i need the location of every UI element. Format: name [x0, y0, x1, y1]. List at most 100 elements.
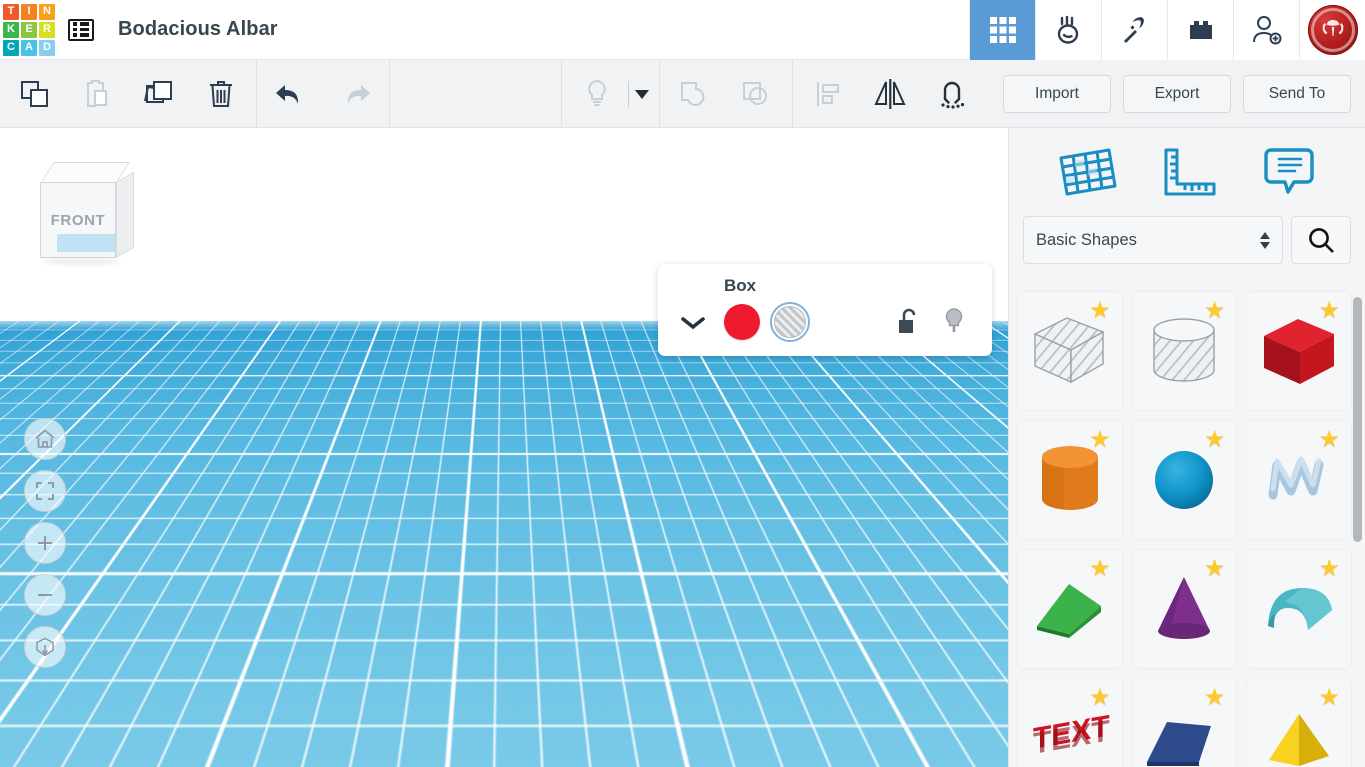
tinkercad-app: T I N K E R C A D Bodacious Albar Import… — [0, 0, 1365, 767]
shape-item-cylinder-hole[interactable]: ★ — [1131, 291, 1238, 411]
copy-button[interactable] — [4, 60, 66, 128]
pickaxe-icon — [1123, 16, 1144, 43]
shape-library-select[interactable]: Basic Shapes — [1023, 216, 1283, 264]
undo-icon — [276, 84, 299, 104]
favorite-star-icon: ★ — [1089, 555, 1111, 582]
align-button[interactable] — [797, 60, 859, 128]
document-title[interactable]: Bodacious Albar — [118, 18, 278, 41]
height-handle[interactable] — [756, 371, 776, 391]
zoom-in-button[interactable] — [24, 522, 66, 564]
shape-item-cylinder[interactable]: ★ — [1017, 420, 1123, 540]
shape-item-pyramid[interactable]: ★ — [1246, 678, 1352, 767]
logo-letter: I — [21, 3, 37, 20]
redo-button[interactable] — [323, 60, 385, 128]
ungroup-button[interactable] — [726, 60, 788, 128]
right-panel: Basic Shapes ★ ★ ★ ★ ★ ★ ★ ★ ★ TEXT TEXT… — [1008, 128, 1365, 767]
light-options-button[interactable] — [629, 60, 655, 128]
fit-frame-icon — [36, 482, 54, 500]
user-avatar[interactable] — [1299, 0, 1365, 60]
avatar — [1307, 4, 1358, 55]
shape-item-wedge[interactable]: ★ — [1017, 549, 1123, 669]
notes-tool[interactable] — [1261, 145, 1317, 199]
view-cube-right-face[interactable] — [116, 171, 134, 258]
paste-button[interactable] — [66, 60, 128, 128]
home-icon — [35, 429, 55, 448]
library-controls: Basic Shapes — [1009, 216, 1365, 264]
panel-collapse-toggle[interactable]: ❯ — [986, 553, 1008, 603]
add-person-icon — [1252, 15, 1281, 44]
workplane-tool[interactable] — [1057, 146, 1119, 198]
blocks-tab[interactable] — [1167, 0, 1233, 60]
delete-button[interactable] — [190, 60, 252, 128]
search-button[interactable] — [1291, 216, 1351, 264]
view-cube[interactable]: FRONT — [30, 158, 134, 265]
shape-name-label: Box — [724, 276, 757, 295]
logo-letter: D — [39, 39, 55, 56]
lightbulb-icon — [588, 79, 606, 106]
zoom-out-button[interactable] — [24, 574, 66, 616]
cube-perspective-icon — [36, 637, 54, 657]
blue-sphere-thumb — [1155, 451, 1214, 509]
red-text-thumb: TEXT TEXT — [1033, 710, 1110, 761]
favorite-star-icon: ★ — [1318, 426, 1340, 453]
ruler-tool[interactable] — [1160, 146, 1220, 198]
shape-item-paraboloid[interactable]: ★ — [1131, 678, 1238, 767]
shape-item-scribble[interactable]: ★ — [1246, 420, 1352, 540]
light-toggle-button[interactable] — [941, 306, 967, 341]
group-icon — [681, 81, 705, 106]
logo-letter: C — [3, 39, 19, 56]
import-button[interactable]: Import — [1003, 74, 1111, 113]
workplane-icon — [1059, 148, 1117, 196]
light-button[interactable] — [566, 60, 628, 128]
shape-item-cone[interactable]: ★ — [1131, 549, 1238, 669]
align-tool-group — [793, 60, 987, 128]
shape-item-box[interactable]: ★ — [1246, 291, 1352, 411]
tinkercad-logo[interactable]: T I N K E R C A D — [0, 1, 58, 59]
logo-letter: E — [21, 21, 37, 38]
plus-icon — [38, 536, 52, 550]
shape-scrollbar-thumb[interactable] — [1353, 297, 1362, 542]
search-icon — [1309, 228, 1334, 253]
rotate-handle[interactable] — [726, 410, 782, 442]
group-tool-group — [660, 59, 793, 128]
shape-item-sphere[interactable]: ★ — [1131, 420, 1238, 540]
unlock-icon — [899, 308, 916, 333]
snap-magnet-button[interactable] — [921, 60, 983, 128]
duplicate-button[interactable] — [128, 60, 190, 128]
top-bar: T I N K E R C A D Bodacious Albar — [0, 0, 1365, 60]
collapse-properties-button[interactable] — [674, 306, 712, 340]
fit-view-button[interactable] — [24, 470, 66, 512]
shape-item-roof[interactable]: ★ — [1246, 549, 1352, 669]
export-button[interactable]: Export — [1123, 74, 1231, 113]
cone-object[interactable] — [556, 454, 672, 574]
shape-library-grid[interactable]: ★ ★ ★ ★ ★ ★ ★ ★ ★ TEXT TEXT ★ ★ ★ — [1009, 291, 1365, 767]
logo-letter: R — [39, 21, 55, 38]
home-view-button[interactable] — [24, 418, 66, 460]
favorite-star-icon: ★ — [1089, 297, 1111, 324]
favorite-star-icon: ★ — [1318, 555, 1340, 582]
project-menu-button[interactable] — [58, 0, 104, 60]
lock-toggle-button[interactable] — [896, 308, 922, 341]
ortho-toggle-button[interactable] — [24, 626, 66, 668]
favorite-star-icon: ★ — [1203, 684, 1226, 711]
redo-icon — [347, 84, 370, 104]
send-to-button[interactable]: Send To — [1243, 74, 1351, 113]
minecraft-tab[interactable] — [1101, 0, 1167, 60]
codeblocks-tab[interactable] — [1035, 0, 1101, 60]
group-button[interactable] — [664, 60, 726, 128]
undo-button[interactable] — [261, 60, 323, 128]
avatar-ring — [1310, 7, 1355, 52]
3d-design-tab[interactable] — [969, 0, 1035, 60]
shape-item-box-hole[interactable]: ★ — [1017, 291, 1123, 411]
solid-color-swatch[interactable] — [724, 304, 760, 340]
view-cube-highlight — [57, 234, 115, 252]
chevron-down-icon — [635, 89, 649, 99]
invite-people-button[interactable] — [1233, 0, 1299, 60]
hole-swatch[interactable] — [770, 302, 810, 342]
design-viewport[interactable]: FRONT Box ❯ — [0, 128, 1008, 767]
box-object[interactable] — [676, 448, 866, 623]
mirror-button[interactable] — [859, 60, 921, 128]
shape-item-text[interactable]: TEXT TEXT ★ — [1017, 678, 1123, 767]
logo-letter: N — [39, 3, 55, 20]
align-icon — [817, 81, 839, 106]
